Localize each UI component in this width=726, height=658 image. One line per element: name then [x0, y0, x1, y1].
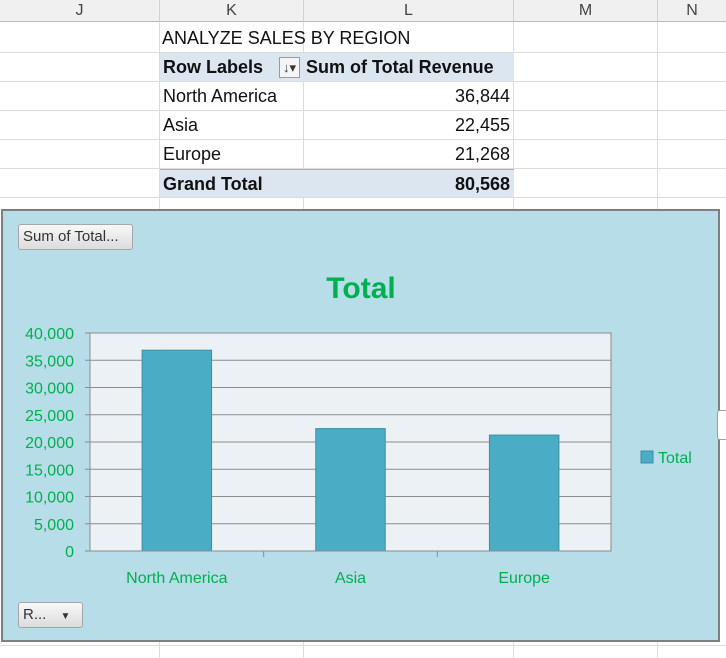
- y-tick-label: 10,000: [25, 490, 74, 507]
- x-tick-label: Asia: [335, 570, 366, 587]
- pivot-row-label[interactable]: Europe: [163, 140, 303, 168]
- column-header-l[interactable]: L: [304, 0, 514, 22]
- y-tick-label: 35,000: [25, 353, 74, 370]
- legend-label: Total: [658, 450, 692, 467]
- bar: [315, 428, 386, 552]
- pivot-row-label[interactable]: Asia: [163, 111, 303, 139]
- column-header-k[interactable]: K: [160, 0, 304, 22]
- pivot-grand-total-value[interactable]: 80,568: [304, 169, 514, 197]
- y-tick-label: 5,000: [34, 517, 74, 534]
- pivot-title[interactable]: ANALYZE SALES BY REGION: [162, 24, 512, 52]
- x-tick-label: Europe: [498, 570, 550, 587]
- y-tick-label: 15,000: [25, 462, 74, 479]
- gridline: [0, 197, 726, 198]
- chart-title: Total: [326, 272, 395, 305]
- legend-swatch: [640, 450, 654, 464]
- sort-filter-icon: ↓▾: [282, 60, 297, 75]
- pivot-row-label[interactable]: North America: [163, 82, 303, 110]
- y-tick-label: 40,000: [25, 326, 74, 343]
- dropdown-arrow-icon: ▼: [60, 611, 71, 622]
- sort-filter-button[interactable]: ↓▾: [279, 57, 300, 78]
- column-header-j[interactable]: J: [0, 0, 160, 22]
- column-header-n[interactable]: N: [658, 0, 726, 22]
- pivot-header-value[interactable]: Sum of Total Revenue: [304, 53, 514, 81]
- bar: [488, 434, 560, 552]
- bar: [141, 349, 213, 552]
- pivot-grand-total-label[interactable]: Grand Total: [160, 169, 304, 197]
- x-tick-label: North America: [126, 570, 227, 587]
- y-tick-label: 20,000: [25, 435, 74, 452]
- pivot-row-value[interactable]: 36,844: [304, 82, 510, 110]
- pivot-row-value[interactable]: 21,268: [304, 140, 510, 168]
- y-tick-label: 0: [65, 544, 74, 561]
- y-tick-label: 25,000: [25, 408, 74, 425]
- column-header-m[interactable]: M: [514, 0, 658, 22]
- y-tick-label: 30,000: [25, 381, 74, 398]
- pivot-chart[interactable]: Sum of Total... Total 0 5,000 10,000 15,000 2…: [1, 209, 720, 642]
- axis-field-label: R...: [23, 606, 47, 623]
- chart-svg: Total 0 5,000 10,000 15,000 20,000 25,000 30,00…: [25, 272, 692, 587]
- gridline: [0, 645, 726, 646]
- axis-field-button[interactable]: R... ▼: [18, 602, 83, 628]
- pivot-row-value[interactable]: 22,455: [304, 111, 510, 139]
- offscreen-handle[interactable]: [717, 410, 726, 440]
